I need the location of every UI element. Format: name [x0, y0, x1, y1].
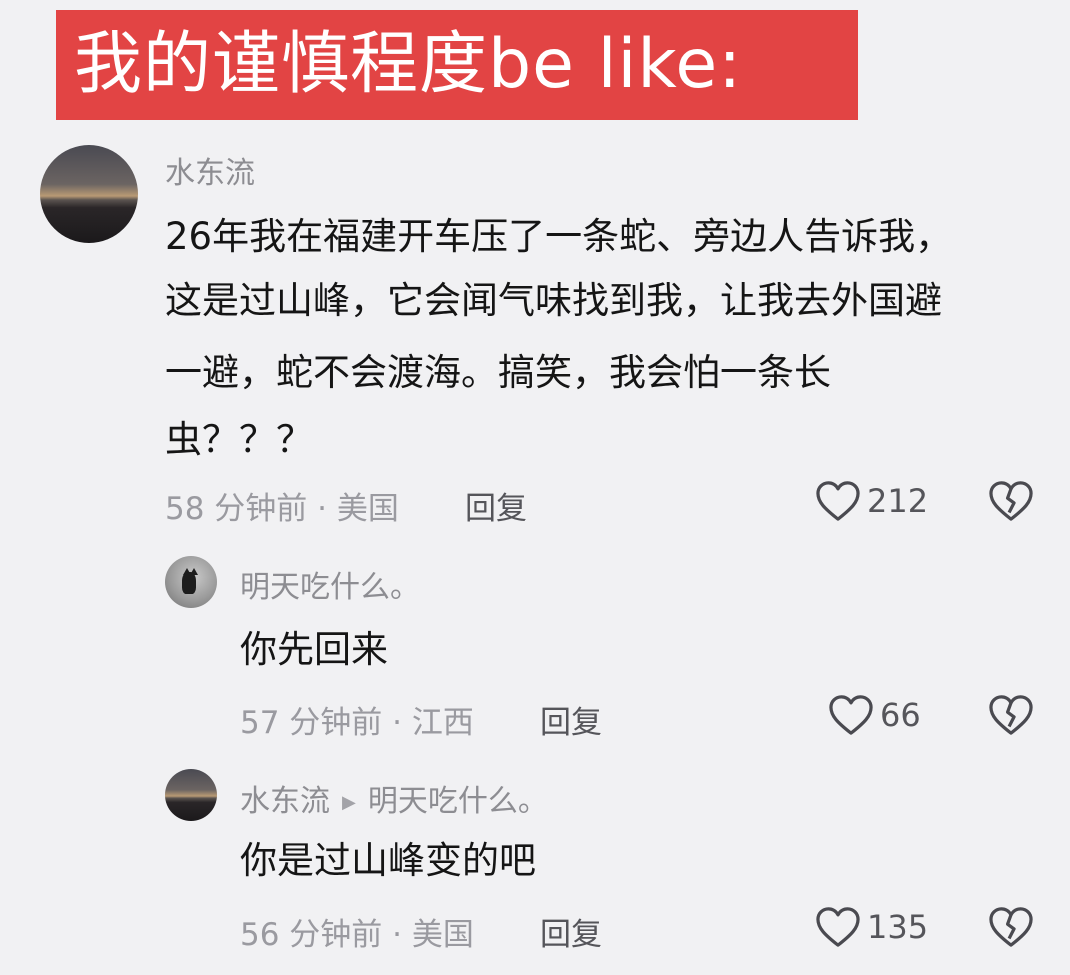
heart-icon	[828, 694, 874, 736]
dislike-button[interactable]	[988, 480, 1034, 526]
comment-text-line: 你是过山峰变的吧	[240, 839, 536, 882]
comment-username[interactable]: 明天吃什么。	[240, 562, 420, 606]
broken-heart-icon	[988, 481, 1034, 526]
comment-text-line: 这是过山峰，它会闻气味找到我，让我去外国避	[165, 279, 942, 322]
like-button[interactable]: 212	[815, 478, 928, 524]
broken-heart-icon	[988, 695, 1034, 740]
like-button[interactable]: 135	[815, 904, 928, 950]
comment-username[interactable]: 水东流	[240, 784, 330, 819]
heart-icon	[815, 480, 861, 522]
like-count: 66	[880, 696, 921, 734]
title-banner: 我的谨慎程度be like:	[56, 10, 858, 120]
avatar[interactable]	[165, 769, 217, 821]
reply-arrow-icon: ▶	[342, 792, 356, 813]
dislike-button[interactable]	[988, 694, 1034, 740]
comment-timestamp-location: 58 分钟前 · 美国	[165, 491, 399, 527]
broken-heart-icon	[988, 907, 1034, 952]
like-button[interactable]: 66	[828, 692, 921, 738]
like-count: 135	[867, 908, 929, 946]
avatar[interactable]	[165, 556, 217, 608]
reply-to-username[interactable]: 明天吃什么。	[368, 784, 548, 819]
reply-button[interactable]: 回复	[540, 697, 602, 742]
like-count: 212	[867, 482, 929, 520]
dislike-button[interactable]	[988, 906, 1034, 952]
comment-username[interactable]: 水东流	[165, 148, 255, 192]
avatar[interactable]	[40, 145, 138, 243]
comment-timestamp-location: 57 分钟前 · 江西	[240, 705, 474, 741]
comment-text-line: 26年我在福建开车压了一条蛇、旁边人告诉我，	[165, 215, 953, 258]
reply-button[interactable]: 回复	[540, 909, 602, 954]
comment-timestamp-location: 56 分钟前 · 美国	[240, 917, 474, 953]
reply-button[interactable]: 回复	[465, 483, 527, 528]
heart-icon	[815, 906, 861, 948]
comment-text-line: 一避，蛇不会渡海。搞笑，我会怕一条长	[165, 351, 831, 394]
reply-thread-header: 水东流 ▶ 明天吃什么。	[240, 776, 548, 820]
comment-text-line: 虫？？？	[165, 418, 313, 461]
comment-text-line: 你先回来	[240, 628, 388, 671]
